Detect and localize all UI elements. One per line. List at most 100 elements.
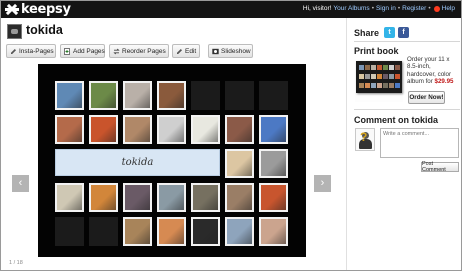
right-sidebar: Share t f Print book Order your 11 x 8.5… [349,18,461,270]
help-icon [433,5,440,12]
cover-photo-thumbnail [389,65,394,70]
photo-tile[interactable] [123,81,152,110]
order-now-button[interactable]: Order Now! [408,91,445,104]
cover-photo-thumbnail [389,83,394,88]
previous-page-button[interactable]: ‹ [12,175,29,192]
empty-slot [89,217,118,246]
logo-text: keepsy [21,2,71,17]
album-owner-avatar[interactable] [7,24,22,39]
facebook-icon[interactable]: f [398,27,409,38]
photo-tile[interactable] [157,115,186,144]
cover-photo-thumbnail [359,65,364,70]
photo-tile[interactable] [259,217,288,246]
help-link[interactable]: Help [442,5,455,12]
photo-tile[interactable] [225,115,254,144]
greeting-text: Hi, visitor! [302,5,332,12]
separator: • [428,5,431,12]
photo-tile[interactable] [55,115,84,144]
post-comment-button[interactable]: Post Comment [421,161,459,173]
register-link[interactable]: Register [402,5,426,12]
separator: • [371,5,374,12]
commenter-avatar: ? [355,128,375,151]
cover-photo-thumbnail [383,83,388,88]
page: keepsy Hi, visitor! Your Albums • Sign i… [0,0,462,271]
twitter-icon[interactable]: t [384,27,395,38]
photo-tile[interactable] [89,81,118,110]
cover-photo-thumbnail [371,74,376,79]
cover-photo-thumbnail [395,83,400,88]
pencil-icon [10,48,17,55]
cover-photo-thumbnail [365,74,370,79]
album-page-viewer[interactable]: tokida [38,64,306,257]
photo-tile[interactable] [157,183,186,212]
cover-photo-thumbnail [371,83,376,88]
comment-heading: Comment on tokida [354,115,439,125]
cover-photo-thumbnail [377,74,382,79]
your-albums-link[interactable]: Your Albums [333,5,369,12]
button-label: Edit [185,47,197,55]
photo-tile[interactable] [55,81,84,110]
photo-tile[interactable] [225,183,254,212]
cover-photo-thumbnail [359,83,364,88]
album-title-banner: tokida [55,149,220,176]
photo-tile[interactable] [157,81,186,110]
sign-in-link[interactable]: Sign in [376,5,396,12]
photo-tile[interactable] [225,217,254,246]
photo-tile[interactable] [123,217,152,246]
empty-slot [225,81,254,110]
cover-photo-thumbnail [395,65,400,70]
cover-photo-thumbnail [365,65,370,70]
button-label: Insta-Pages [19,47,54,55]
slideshow-button[interactable]: Slideshow [208,44,253,58]
photo-tile[interactable] [157,217,186,246]
photo-tile[interactable] [89,115,118,144]
question-mark-icon: ? [360,130,368,144]
cover-photo-thumbnail [377,65,382,70]
photo-tile[interactable] [191,217,220,246]
insta-pages-button[interactable]: Insta-Pages [6,44,56,58]
divider [354,109,460,110]
reorder-icon [113,48,120,55]
comment-input[interactable] [380,128,459,158]
book-preview-image[interactable] [355,60,403,102]
photo-tile[interactable] [259,115,288,144]
page-counter: 1 / 18 [9,260,23,266]
button-label: Slideshow [221,47,251,55]
photo-tile[interactable] [191,115,220,144]
photo-tile[interactable] [225,149,254,178]
slideshow-icon [212,48,219,55]
empty-slot [55,217,84,246]
cover-photo-thumbnail [383,74,388,79]
book-cover [356,61,402,93]
empty-slot [259,81,288,110]
photo-tile[interactable] [259,183,288,212]
reorder-pages-button[interactable]: Reorder Pages [109,44,169,58]
print-offer-text: Order your 11 x 8.5-inch, hardcover, col… [407,56,459,86]
next-page-button[interactable]: › [314,175,331,192]
column-divider [346,18,347,270]
photo-tile[interactable] [259,149,288,178]
album-title: tokida [26,23,63,37]
photo-tile[interactable] [123,115,152,144]
add-page-icon [64,47,71,55]
cover-photo-thumbnail [365,83,370,88]
separator: • [397,5,401,12]
keepsy-logo[interactable]: keepsy [5,2,71,17]
photo-tile[interactable] [191,183,220,212]
account-links: Hi, visitor! Your Albums • Sign in • Reg… [303,5,455,12]
cover-photo-thumbnail [359,74,364,79]
divider [354,41,460,42]
edit-button[interactable]: Edit [172,44,200,58]
empty-slot [191,81,220,110]
logo-mark-icon [5,3,19,16]
share-heading: Share [354,28,380,38]
photo-tile[interactable] [123,183,152,212]
button-label: Reorder Pages [122,47,166,55]
photo-tile[interactable] [55,183,84,212]
cover-photo-thumbnail [371,65,376,70]
price: $29.95 [434,78,454,86]
photo-tile[interactable] [89,183,118,212]
cover-photo-thumbnail [377,83,382,88]
add-pages-button[interactable]: Add Pages [60,44,105,58]
cover-photo-thumbnail [383,65,388,70]
